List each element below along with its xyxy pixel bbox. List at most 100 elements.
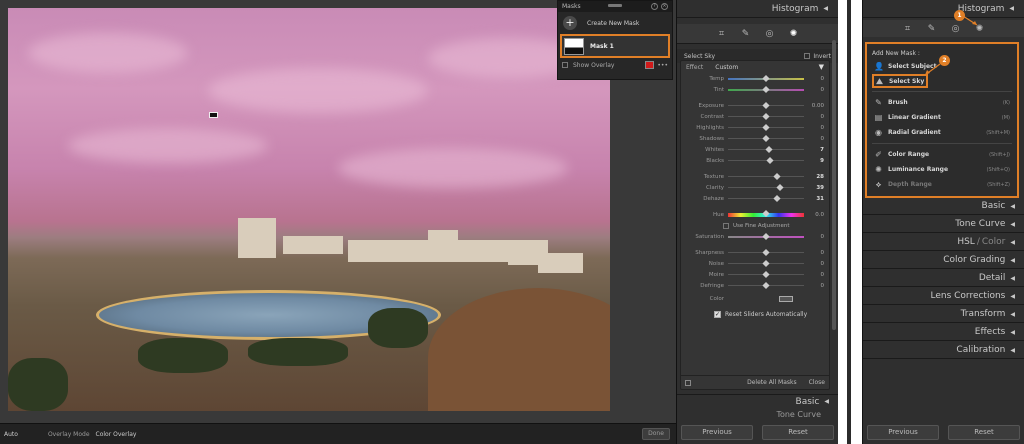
slider-knob[interactable] <box>762 281 770 290</box>
healing-icon[interactable]: ✎ <box>927 24 937 34</box>
scrollbar[interactable] <box>832 40 836 330</box>
slider-knob[interactable] <box>762 101 770 110</box>
drag-handle-icon[interactable] <box>608 4 622 7</box>
reset-button[interactable]: Reset <box>948 425 1020 440</box>
exposure-slider[interactable]: Exposure 0.00 <box>681 100 829 111</box>
pin-icon[interactable] <box>685 379 691 386</box>
section-detail[interactable]: Detail ◀ <box>863 270 1024 287</box>
red-eye-icon[interactable]: ◎ <box>951 24 961 34</box>
slider-knob[interactable] <box>762 123 770 132</box>
color-range-menu-item[interactable]: ✐ Color Range (Shift+J) <box>867 147 1017 162</box>
previous-button[interactable]: Previous <box>867 425 939 440</box>
luminance-range-menu-item[interactable]: ✺ Luminance Range (Shift+Q) <box>867 162 1017 177</box>
slider-knob[interactable] <box>762 112 770 121</box>
noise-slider[interactable]: Noise 0 <box>681 258 829 269</box>
highlights-slider[interactable]: Highlights 0 <box>681 122 829 133</box>
select-sky-menu-item[interactable]: ⛰ Select Sky <box>872 74 928 88</box>
show-overlay-checkbox[interactable] <box>562 62 568 68</box>
slider-knob[interactable] <box>762 85 770 93</box>
close-icon[interactable]: × <box>661 3 668 10</box>
temp-slider[interactable]: Temp 0 <box>681 73 829 84</box>
hue-slider[interactable]: Hue 0.0 <box>681 209 829 220</box>
reset-button[interactable]: Reset <box>762 425 834 440</box>
slider-track[interactable] <box>728 209 804 217</box>
slider-track[interactable] <box>728 172 804 181</box>
section-basic[interactable]: Basic ◀ <box>863 198 1024 215</box>
section-transform[interactable]: Transform ◀ <box>863 306 1024 323</box>
slider-knob[interactable] <box>776 183 784 192</box>
mask-pin-icon[interactable] <box>209 112 218 118</box>
clarity-slider[interactable]: Clarity 39 <box>681 182 829 193</box>
slider-track[interactable] <box>728 259 804 268</box>
histogram-header[interactable]: Histogram ◀ <box>863 0 1024 18</box>
whites-slider[interactable]: Whites 7 <box>681 144 829 155</box>
effect-collapse-icon[interactable]: ▼ <box>819 63 824 71</box>
slider-track[interactable] <box>728 134 804 143</box>
section-tone-curve[interactable]: Tone Curve ◀ <box>863 216 1024 233</box>
color-swatch[interactable] <box>779 296 793 302</box>
section-calibration[interactable]: Calibration ◀ <box>863 342 1024 359</box>
slider-knob[interactable] <box>773 194 781 203</box>
previous-button[interactable]: Previous <box>681 425 753 440</box>
overlay-mode-dropdown[interactable]: Color Overlay <box>96 431 137 438</box>
slider-track[interactable] <box>728 194 804 203</box>
masking-icon[interactable]: ✺ <box>789 29 799 39</box>
saturation-slider[interactable]: Saturation 0 <box>681 231 829 242</box>
histogram-header[interactable]: Histogram ◀ <box>677 0 838 18</box>
close-button[interactable]: Close <box>809 379 825 386</box>
slider-track[interactable] <box>728 74 804 82</box>
slider-knob[interactable] <box>766 156 774 165</box>
slider-track[interactable] <box>728 145 804 154</box>
dehaze-slider[interactable]: Dehaze 31 <box>681 193 829 204</box>
defringe-slider[interactable]: Defringe 0 <box>681 280 829 291</box>
slider-track[interactable] <box>728 156 804 165</box>
basic-header[interactable]: Basic ◀ <box>677 394 839 408</box>
crop-icon[interactable]: ⌗ <box>903 24 913 34</box>
brush-menu-item[interactable]: ✎ Brush (K) <box>867 95 1017 110</box>
tint-slider[interactable]: Tint 0 <box>681 84 829 95</box>
section-hsl[interactable]: HSL / Color ◀ <box>863 234 1024 251</box>
slider-track[interactable] <box>728 248 804 257</box>
depth-range-menu-item[interactable]: ⟡ Depth Range (Shift+Z) <box>867 177 1017 192</box>
section-color-grading[interactable]: Color Grading ◀ <box>863 252 1024 269</box>
slider-knob[interactable] <box>765 145 773 154</box>
slider-knob[interactable] <box>762 134 770 143</box>
slider-track[interactable] <box>728 232 804 240</box>
slider-track[interactable] <box>728 183 804 192</box>
mask-item[interactable]: Mask 1 <box>560 34 670 58</box>
red-eye-icon[interactable]: ◎ <box>765 29 775 39</box>
contrast-slider[interactable]: Contrast 0 <box>681 111 829 122</box>
slider-track[interactable] <box>728 112 804 121</box>
moire-slider[interactable]: Moire 0 <box>681 269 829 280</box>
slider-knob[interactable] <box>762 74 770 82</box>
hsl-color-label[interactable]: Color <box>982 237 1006 247</box>
reset-sliders-checkbox[interactable]: ✓ <box>714 310 721 318</box>
done-button[interactable]: Done <box>642 428 670 440</box>
shadows-slider[interactable]: Shadows 0 <box>681 133 829 144</box>
overlay-color-swatch[interactable] <box>645 61 655 69</box>
slider-track[interactable] <box>728 123 804 132</box>
tone-curve-header[interactable]: Tone Curve <box>677 411 839 419</box>
help-icon[interactable]: ? <box>651 3 658 10</box>
section-lens-corrections[interactable]: Lens Corrections ◀ <box>863 288 1024 305</box>
slider-track[interactable] <box>728 281 804 290</box>
blacks-slider[interactable]: Blacks 9 <box>681 155 829 166</box>
radial-gradient-menu-item[interactable]: ◉ Radial Gradient (Shift+M) <box>867 125 1017 140</box>
slider-knob[interactable] <box>762 270 770 279</box>
slider-track[interactable] <box>728 101 804 110</box>
linear-gradient-menu-item[interactable]: ▤ Linear Gradient (M) <box>867 110 1017 125</box>
fine-adjust-checkbox[interactable] <box>723 222 729 229</box>
crop-icon[interactable]: ⌗ <box>717 29 727 39</box>
invert-checkbox[interactable] <box>804 53 811 59</box>
photo-preview[interactable] <box>8 8 610 411</box>
healing-icon[interactable]: ✎ <box>741 29 751 39</box>
sharpness-slider[interactable]: Sharpness 0 <box>681 247 829 258</box>
slider-track[interactable] <box>728 85 804 93</box>
texture-slider[interactable]: Texture 28 <box>681 171 829 182</box>
more-options-icon[interactable]: ••• <box>657 62 668 69</box>
slider-knob[interactable] <box>773 172 781 181</box>
auto-dropdown[interactable]: Auto <box>4 431 18 438</box>
slider-knob[interactable] <box>762 248 770 257</box>
section-effects[interactable]: Effects ◀ <box>863 324 1024 341</box>
slider-knob[interactable] <box>762 259 770 268</box>
